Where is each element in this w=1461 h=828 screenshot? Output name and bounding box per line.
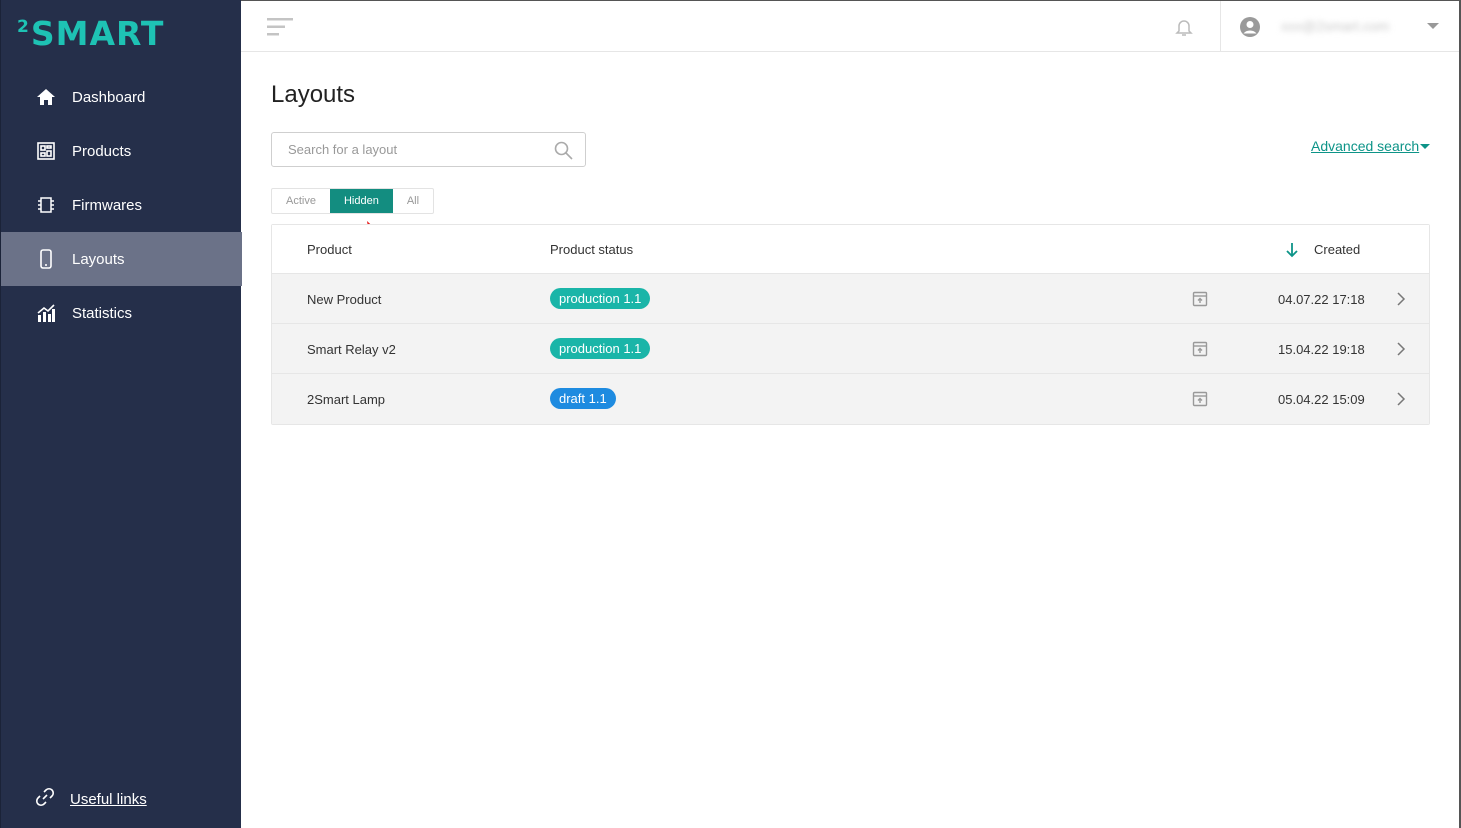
sidebar-item-label: Dashboard <box>72 88 146 106</box>
chevron-right-icon[interactable] <box>1396 292 1406 311</box>
advanced-search-link[interactable]: Advanced search <box>1311 138 1419 154</box>
table-header: Product Product status Created <box>272 225 1429 274</box>
sidebar-item-label: Layouts <box>72 250 125 268</box>
products-icon <box>35 140 57 162</box>
status-badge: production 1.1 <box>550 288 651 309</box>
useful-links[interactable]: Useful links <box>35 787 147 812</box>
sidebar-item-label: Statistics <box>72 304 133 322</box>
product-name: New Product <box>307 292 382 307</box>
user-avatar-icon[interactable] <box>1239 16 1261 43</box>
layouts-table: Product Product status Created New Produ… <box>271 224 1430 425</box>
sidebar-item-dashboard[interactable]: Dashboard <box>1 70 242 124</box>
sidebar-item-firmwares[interactable]: Firmwares <box>1 178 242 232</box>
chip-icon <box>35 194 57 216</box>
phone-icon <box>35 248 57 270</box>
created-date: 04.07.22 17:18 <box>1278 292 1365 307</box>
chevron-right-icon[interactable] <box>1396 342 1406 361</box>
sidebar-nav: Dashboard Products Firmwares Layouts Sta… <box>1 70 242 340</box>
chevron-right-icon[interactable] <box>1396 392 1406 411</box>
sidebar-item-label: Products <box>72 142 132 160</box>
sidebar-item-label: Firmwares <box>72 196 142 214</box>
chevron-down-icon[interactable] <box>1427 23 1439 29</box>
menu-toggle-icon[interactable] <box>267 17 293 42</box>
top-bar: xxx@2smart.com <box>241 0 1461 52</box>
sidebar: 2SMART Dashboard Products Firmwares Layo… <box>0 0 242 828</box>
search-input[interactable] <box>272 133 532 166</box>
table-row[interactable]: Smart Relay v2 production 1.1 15.04.22 1… <box>272 324 1429 374</box>
status-badge: production 1.1 <box>550 338 651 359</box>
product-name: Smart Relay v2 <box>307 342 396 357</box>
unarchive-icon[interactable] <box>1192 341 1208 362</box>
user-email[interactable]: xxx@2smart.com <box>1281 18 1389 34</box>
status-badge: draft 1.1 <box>550 388 616 409</box>
product-name: 2Smart Lamp <box>307 392 386 407</box>
bell-icon[interactable] <box>1174 17 1194 42</box>
search-icon[interactable] <box>554 141 573 165</box>
unarchive-icon[interactable] <box>1192 391 1208 412</box>
tab-all[interactable]: All <box>393 189 433 213</box>
visibility-tabs: Active Hidden All <box>271 188 435 214</box>
logo[interactable]: 2SMART <box>17 14 164 53</box>
tab-active[interactable]: Active <box>272 189 330 213</box>
tab-hidden[interactable]: Hidden <box>329 189 393 213</box>
created-date: 15.04.22 19:18 <box>1278 342 1365 357</box>
column-header-created[interactable]: Created <box>1314 242 1360 257</box>
link-icon <box>35 787 55 812</box>
chevron-down-icon[interactable] <box>1420 144 1430 149</box>
table-row[interactable]: 2Smart Lamp draft 1.1 05.04.22 15:09 <box>272 374 1429 424</box>
sidebar-item-layouts[interactable]: Layouts <box>1 232 242 286</box>
search-box <box>271 132 586 167</box>
useful-links-label: Useful links <box>70 791 147 808</box>
column-header-product[interactable]: Product <box>307 242 352 257</box>
header-divider <box>1220 1 1221 52</box>
unarchive-icon[interactable] <box>1192 291 1208 312</box>
column-header-status[interactable]: Product status <box>550 242 633 257</box>
sidebar-item-products[interactable]: Products <box>1 124 242 178</box>
sidebar-item-statistics[interactable]: Statistics <box>1 286 242 340</box>
sort-descending-icon[interactable] <box>1285 242 1299 263</box>
created-date: 05.04.22 15:09 <box>1278 392 1365 407</box>
home-icon <box>35 86 57 108</box>
table-row[interactable]: New Product production 1.1 04.07.22 17:1… <box>272 274 1429 324</box>
page-title: Layouts <box>271 81 356 108</box>
stats-icon <box>35 302 57 324</box>
